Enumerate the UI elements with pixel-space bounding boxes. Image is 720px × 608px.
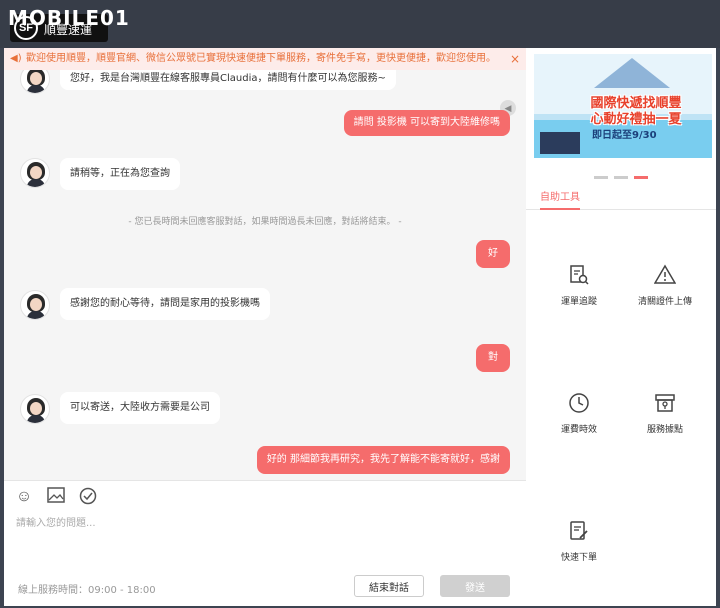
end-chat-button[interactable]: 結束對話 xyxy=(354,575,424,597)
side-panel: 國際快遞找順豐 心動好禮抽一夏 即日起至9/30 自助工具 運單追蹤 清關證件上… xyxy=(526,48,716,606)
tool-shipping-time[interactable]: 運費時效 xyxy=(536,392,622,435)
message-list: 您好，我是台灣順豐在線客服專員Claudia，請問有什麼可以為您服務~ ◀ 請問… xyxy=(4,70,526,480)
message-bubble: 可以寄送，大陸收方需要是公司 xyxy=(60,392,220,424)
tool-service-points[interactable]: 服務據點 xyxy=(622,392,708,435)
notice-text: 歡迎使用順豐，順豐官網、微信公眾號已實現快速便捷下單服務，寄件免手寫，更快更便捷… xyxy=(26,53,496,64)
carousel-dot[interactable] xyxy=(594,176,608,179)
message-bubble: 您好，我是台灣順豐在線客服專員Claudia，請問有什麼可以為您服務~ xyxy=(60,70,396,90)
agent-avatar xyxy=(20,70,50,94)
banner-line2: 心動好禮抽一夏 xyxy=(590,112,682,127)
agent-avatar xyxy=(20,290,50,320)
tool-label: 運單追蹤 xyxy=(560,297,597,307)
message-input[interactable] xyxy=(16,513,506,533)
speaker-icon: ◀) xyxy=(10,53,22,64)
message-bubble: 對 xyxy=(476,344,510,372)
message-bubble: 請稍等，正在為您查詢 xyxy=(60,158,180,190)
check-icon[interactable] xyxy=(78,487,98,507)
agent-avatar xyxy=(20,394,50,424)
carousel-dots xyxy=(594,166,654,184)
banner-tag xyxy=(540,132,580,154)
watermark: MOBILE01 xyxy=(8,6,130,30)
carousel-dot[interactable] xyxy=(614,176,628,179)
message-bubble: 請問 投影機 可以寄到大陸維修嗎 xyxy=(343,110,510,136)
tab-bar: 自助工具 xyxy=(526,184,716,210)
tab-self-service[interactable]: 自助工具 xyxy=(540,188,580,210)
title-bar: SF 順豐速運 MOBILE01 xyxy=(0,0,720,48)
tool-quick-order[interactable]: 快速下單 xyxy=(536,520,622,563)
tool-customs-upload[interactable]: 清關證件上傳 xyxy=(622,264,708,307)
promo-banner[interactable]: 國際快遞找順豐 心動好禮抽一夏 即日起至9/30 xyxy=(534,54,712,158)
tool-label: 清關證件上傳 xyxy=(637,297,692,307)
tool-label: 服務據點 xyxy=(646,425,683,435)
message-bubble: 好 xyxy=(476,240,510,268)
chat-panel: ◀) 歡迎使用順豐，順豐官網、微信公眾號已實現快速便捷下單服務，寄件免手寫，更快… xyxy=(4,48,526,606)
waybill-search-icon xyxy=(567,264,591,288)
system-message: - 您已長時間未回應客服對話，如果時間過長未回應，對話將結束。 - xyxy=(128,217,402,227)
notice-bar: ◀) 歡迎使用順豐，順豐官網、微信公眾號已實現快速便捷下單服務，寄件免手寫，更快… xyxy=(4,48,526,70)
message-bubble: 感謝您的耐心等待，請問是家用的投影機嗎 xyxy=(60,288,270,320)
tool-waybill-tracking[interactable]: 運單追蹤 xyxy=(536,264,622,307)
composer: ☺ 線上服務時間：09:00 - 18:00 結束對話 發送 xyxy=(4,480,526,606)
send-button[interactable]: 發送 xyxy=(440,575,510,597)
service-hours: 線上服務時間：09:00 - 18:00 xyxy=(18,585,156,596)
tool-label: 運費時效 xyxy=(560,425,597,435)
clock-icon xyxy=(567,392,591,416)
message-bubble: 好的 那細節我再研究，我先了解能不能寄就好，感謝 xyxy=(256,446,510,474)
store-icon xyxy=(653,392,677,416)
image-icon[interactable] xyxy=(46,487,66,507)
warning-icon xyxy=(653,264,677,288)
notice-close-icon[interactable]: × xyxy=(510,48,520,70)
banner-line3: 即日起至9/30 xyxy=(592,130,657,141)
carousel-dot[interactable] xyxy=(634,176,648,179)
emoji-icon[interactable]: ☺ xyxy=(14,487,34,507)
agent-avatar xyxy=(20,158,50,188)
tool-label: 快速下單 xyxy=(560,553,597,563)
edit-order-icon xyxy=(567,520,591,544)
